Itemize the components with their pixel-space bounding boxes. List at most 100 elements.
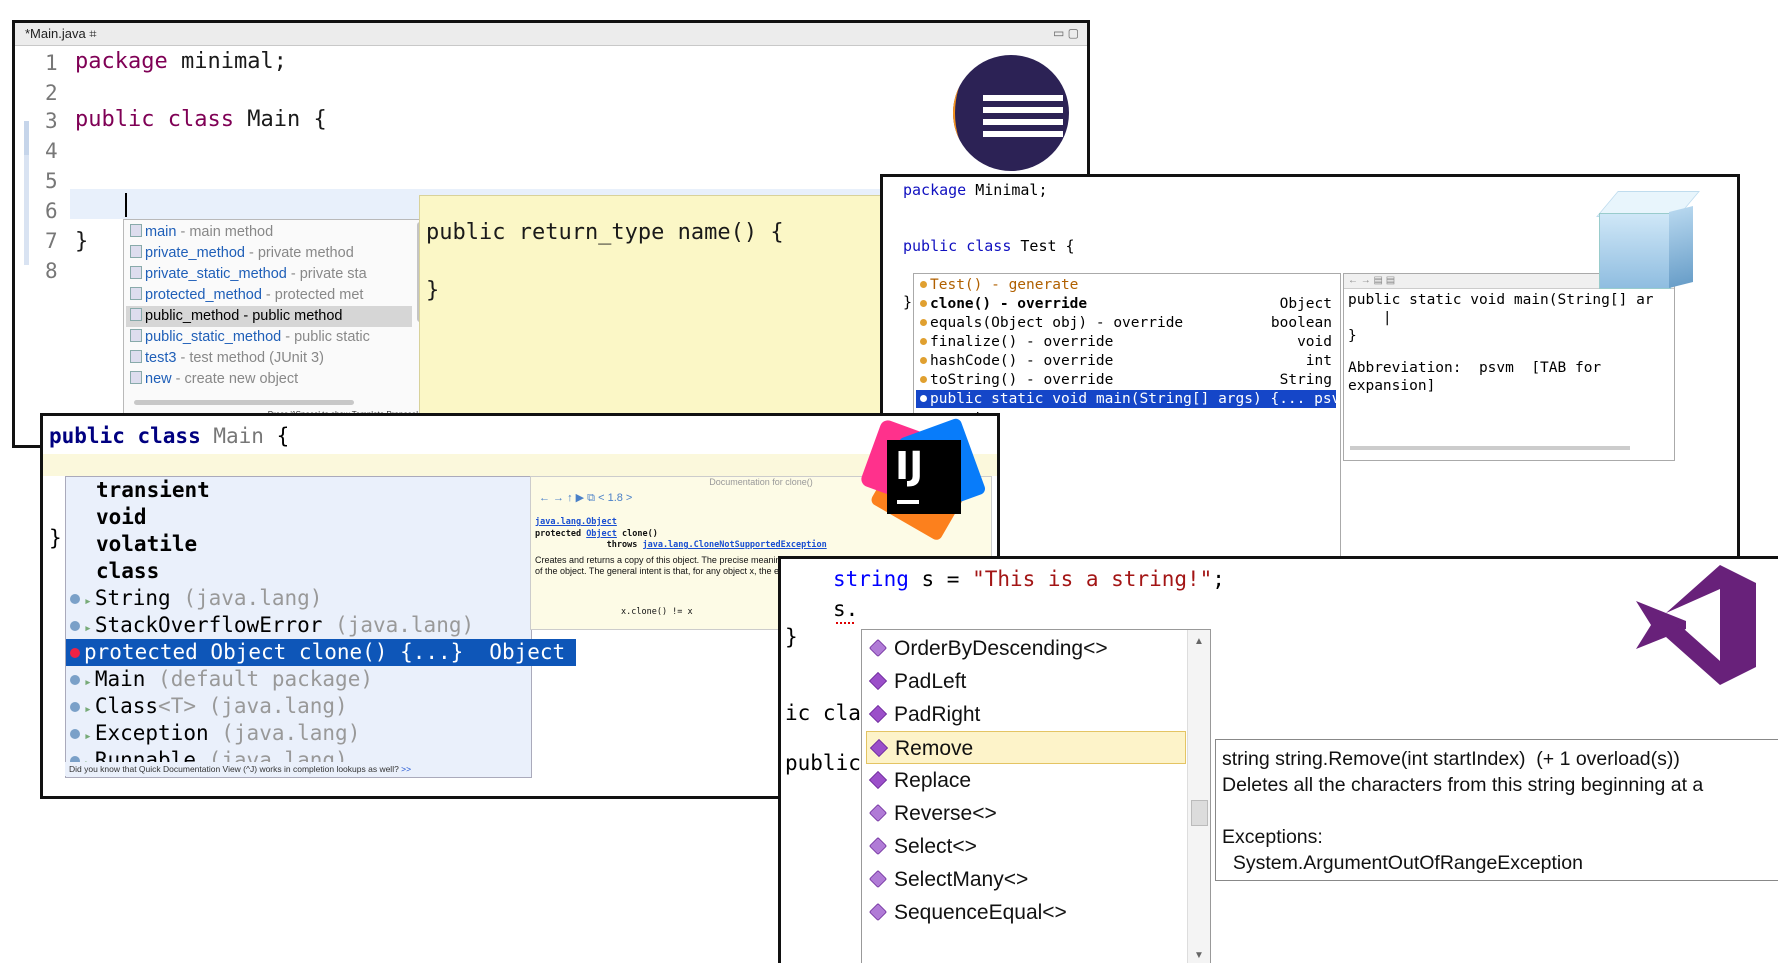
proposal-desc: - private sta <box>286 266 367 282</box>
proposal-item[interactable]: private_method - private method <box>126 243 412 264</box>
doc-abbreviation: Abbreviation: psvm [TAB for <box>1348 360 1602 376</box>
item-name: StackOverflowError <box>94 613 323 637</box>
horizontal-scrollbar[interactable] <box>1350 446 1630 450</box>
doc-exception-link[interactable]: java.lang.CloneNotSupportedException <box>642 540 826 550</box>
proposal-item-selected[interactable]: public_method - public method <box>126 306 412 327</box>
code-line-3[interactable]: public class Main { <box>75 107 327 132</box>
scrollbar-thumb[interactable] <box>1191 800 1208 826</box>
doc-abbreviation: expansion] <box>1348 378 1436 394</box>
item-name: Class <box>94 694 159 718</box>
window-controls-icon[interactable]: ▭ ▢ <box>1053 26 1079 40</box>
arrow-icon: ▸ <box>84 594 92 609</box>
code-line-7[interactable]: } <box>75 229 88 254</box>
lookup-item[interactable]: ▸ Exception (java.lang) <box>66 720 531 747</box>
proposal-item[interactable]: main - main method <box>126 222 412 243</box>
code-brace: } <box>49 526 62 550</box>
method-icon <box>920 319 927 326</box>
completion-text: clone() - override <box>930 296 1088 312</box>
intellisense-popup: OrderByDescending<> PadLeft PadRight Rem… <box>861 629 1211 963</box>
code-line-string[interactable]: string s = "This is a string!"; <box>833 567 1225 591</box>
keyword-item[interactable]: transient <box>66 477 531 504</box>
arrow-icon: ▸ <box>84 621 92 636</box>
line-number: 5 <box>45 169 58 193</box>
keyword-item[interactable]: void <box>66 504 531 531</box>
line-number: 8 <box>45 259 58 283</box>
return-type: void <box>1297 334 1332 350</box>
item-name: protected Object clone() {...} <box>84 640 464 664</box>
intellisense-item[interactable]: SelectMany<> <box>866 863 1186 896</box>
keyword-item[interactable]: volatile <box>66 531 531 558</box>
completion-item[interactable]: Test() - generate <box>916 276 1336 294</box>
horizontal-scrollbar[interactable] <box>134 400 354 405</box>
proposal-desc: - create new object <box>171 371 299 387</box>
template-icon <box>130 371 142 384</box>
lookup-item[interactable]: ▸ String (java.lang) <box>66 585 531 612</box>
completion-item[interactable]: n <box>974 428 1394 446</box>
doc-type-link[interactable]: Object <box>586 529 617 539</box>
code-line-member-access[interactable]: s. <box>833 597 858 621</box>
completion-item-selected[interactable]: public static void main(String[] args) {… <box>916 390 1336 408</box>
doc-code: public static void main(String[] ar <box>1348 292 1654 308</box>
intellisense-item[interactable]: SequenceEqual<> <box>866 896 1186 929</box>
method-icon <box>920 300 927 307</box>
proposal-name: public_static_method <box>145 329 282 345</box>
intellisense-item[interactable]: PadRight <box>866 698 1186 731</box>
completion-item[interactable]: toString() - override String <box>916 371 1336 389</box>
item-name: Exception <box>94 721 209 745</box>
return-type: String <box>1279 372 1332 388</box>
completion-item[interactable]: equals(Object obj) - override boolean <box>916 314 1336 332</box>
intellisense-item-selected[interactable]: Remove <box>866 731 1186 764</box>
keyword: class <box>154 107 234 132</box>
intellisense-item[interactable]: Select<> <box>866 830 1186 863</box>
return-type: boolean <box>1270 315 1332 331</box>
item-name: PadLeft <box>894 670 967 693</box>
item-package: (java.lang) <box>170 586 323 610</box>
proposal-item[interactable]: test3 - test method (JUnit 3) <box>126 348 412 369</box>
template-icon <box>130 224 142 237</box>
completion-item[interactable]: finalize() - override void <box>916 333 1336 351</box>
proposal-item[interactable]: new - create new object <box>126 369 412 390</box>
change-marker <box>24 121 29 155</box>
vertical-scrollbar[interactable]: ▲ ▼ <box>1187 630 1210 963</box>
scroll-down-icon[interactable]: ▼ <box>1194 950 1204 961</box>
extension-method-icon <box>868 638 888 658</box>
intellisense-item[interactable]: Reverse<> <box>866 797 1186 830</box>
code-brace: } <box>903 293 913 311</box>
code-line-class[interactable]: public class Main { <box>49 424 289 448</box>
completion-item[interactable]: hashCode() - override int <box>916 352 1336 370</box>
change-marker <box>24 155 29 265</box>
doc-class-link[interactable]: java.lang.Object <box>535 517 617 527</box>
template-icon <box>130 266 142 279</box>
item-package: (default package) <box>145 667 373 691</box>
intellisense-item[interactable]: OrderByDescending<> <box>866 632 1186 665</box>
editor-tab-main-java[interactable]: *Main.java ⌗ <box>25 26 97 42</box>
lookup-item[interactable]: ▸Runnable (java.lang) <box>66 747 531 763</box>
lookup-item-selected[interactable]: protected Object clone() {...} Object <box>66 639 576 666</box>
completion-item[interactable]: t <box>974 409 1394 427</box>
proposal-item[interactable]: public_static_method - public static <box>126 327 412 348</box>
doc-signature: protected Object clone() <box>535 529 658 539</box>
code-line-1[interactable]: package minimal; <box>75 49 287 74</box>
line-number: 2 <box>45 81 58 105</box>
code-line-class[interactable]: public class Test { <box>903 237 1075 255</box>
lookup-item[interactable]: ▸ Main (default package) <box>66 666 531 693</box>
tip-link[interactable]: >> <box>399 764 411 774</box>
code-line-package[interactable]: package Minimal; <box>903 181 1048 199</box>
lookup-item[interactable]: ▸ Class<T> (java.lang) <box>66 693 531 720</box>
extension-method-icon <box>868 836 888 856</box>
code-text: { <box>263 424 290 448</box>
proposal-item[interactable]: protected_method - protected met <box>126 285 412 306</box>
template-icon <box>920 395 927 402</box>
netbeans-logo-icon <box>1585 183 1700 293</box>
method-icon <box>70 648 80 658</box>
intellisense-item[interactable]: Replace <box>866 764 1186 797</box>
doc-nav-icons[interactable]: ← → ↑ ▶ ⧉ < 1.8 > <box>539 491 632 505</box>
item-name: Main <box>94 667 146 691</box>
lookup-tip: Did you know that Quick Documentation Vi… <box>65 762 530 776</box>
keyword-item[interactable]: class <box>66 558 531 585</box>
proposal-item[interactable]: private_static_method - private sta <box>126 264 412 285</box>
completion-item[interactable]: clone() - override Object <box>916 295 1336 313</box>
scroll-up-icon[interactable]: ▲ <box>1194 636 1204 647</box>
intellisense-item[interactable]: PadLeft <box>866 665 1186 698</box>
lookup-item[interactable]: ▸ StackOverflowError (java.lang) <box>66 612 531 639</box>
